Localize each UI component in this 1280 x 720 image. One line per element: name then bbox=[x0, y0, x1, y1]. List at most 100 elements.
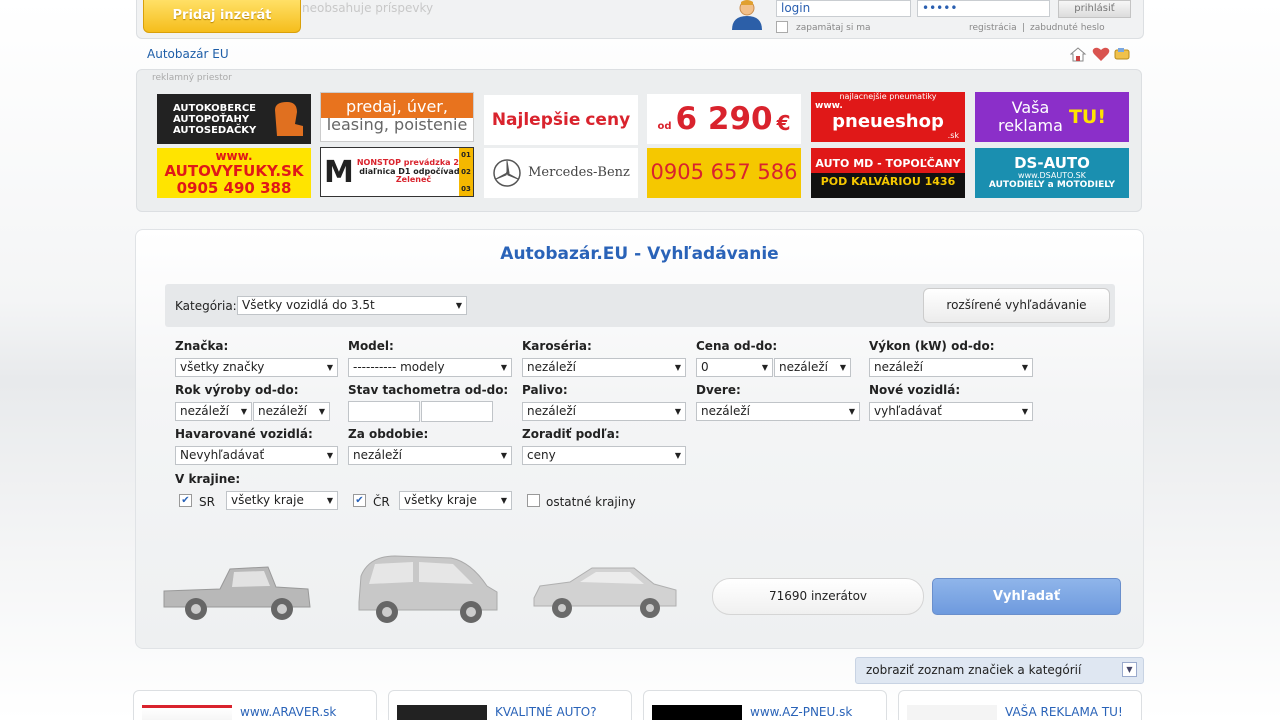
ad-pneueshop[interactable]: najlacnejšie pneumatiky www. pneueshop .… bbox=[811, 92, 965, 142]
ad-autokoberce[interactable]: AUTOKOBERCE AUTOPOŤAHY AUTOSEDAČKY bbox=[157, 94, 311, 144]
search-button[interactable]: Vyhľadať bbox=[932, 578, 1121, 615]
other-countries-checkbox[interactable] bbox=[527, 494, 540, 507]
mileage-to-input[interactable] bbox=[421, 401, 493, 422]
chevron-down-icon: ▼ bbox=[1021, 407, 1028, 416]
select-value: nezáleží bbox=[353, 448, 402, 462]
ad-text: € bbox=[776, 111, 791, 135]
price-label: Cena od-do: bbox=[696, 339, 778, 353]
partner-card[interactable]: KVALITNÉ AUTO? bbox=[388, 690, 632, 720]
partner-card[interactable]: www.AZ-PNEU.sk bbox=[643, 690, 887, 720]
year-to-select[interactable]: nezáleží ▼ bbox=[253, 402, 330, 421]
ad-phone[interactable]: 0905 657 586 bbox=[647, 148, 801, 198]
search-title: Autobazár.EU - Vyhľadávanie bbox=[500, 244, 779, 264]
advanced-search-button[interactable]: rozšírené vyhľadávanie bbox=[923, 288, 1110, 323]
ad-vasa-reklama[interactable]: Vaša reklama TU! bbox=[975, 92, 1129, 142]
year-from-select[interactable]: nezáleží ▼ bbox=[175, 402, 252, 421]
partner-logo bbox=[652, 705, 742, 720]
ad-text: AUTOPOŤAHY bbox=[173, 113, 250, 125]
remember-me-checkbox[interactable] bbox=[776, 21, 788, 33]
ad-mercedes[interactable]: Mercedes-Benz bbox=[484, 148, 638, 198]
breadcrumb-brand[interactable]: Autobazár EU bbox=[147, 47, 229, 61]
sort-label: Zoradiť podľa: bbox=[522, 427, 620, 441]
ad-leasing[interactable]: predaj, úver, leasing, poistenie bbox=[320, 92, 474, 142]
home-icon[interactable] bbox=[1069, 47, 1087, 62]
partner-link[interactable]: www.ARAVER.sk bbox=[240, 705, 336, 719]
ad-text: M bbox=[324, 154, 354, 190]
price-to-select[interactable]: nezáleží ▼ bbox=[774, 358, 851, 377]
select-value: všetky kraje bbox=[404, 493, 477, 507]
forgot-password-link[interactable]: zabudnuté heslo bbox=[1030, 23, 1105, 33]
brand-select[interactable]: všetky značky ▼ bbox=[175, 358, 338, 377]
select-value: nezáleží bbox=[258, 404, 307, 418]
ad-text: od bbox=[657, 120, 672, 132]
model-select[interactable]: ---------- modely ▼ bbox=[348, 358, 512, 377]
ad-text: AUTOKOBERCE bbox=[173, 102, 256, 114]
brands-list-toggle[interactable]: zobraziť zoznam značiek a kategórií ▼ bbox=[855, 657, 1144, 684]
login-input[interactable]: login bbox=[776, 0, 911, 17]
region-label: V krajine: bbox=[175, 472, 241, 486]
sort-select[interactable]: ceny ▼ bbox=[522, 446, 686, 465]
partner-card[interactable]: VAŠA REKLAMA TU! bbox=[898, 690, 1142, 720]
register-link[interactable]: registrácia bbox=[969, 23, 1017, 33]
chevron-down-icon: ▼ bbox=[500, 496, 507, 505]
fuel-label: Palivo: bbox=[522, 383, 568, 397]
cr-label: ČR bbox=[373, 495, 390, 509]
ad-autovyfuky[interactable]: www. AUTOVYFUKY.SK 0905 490 388 bbox=[157, 148, 311, 198]
favorites-heart-icon[interactable] bbox=[1092, 47, 1110, 61]
chevron-down-icon: ▼ bbox=[326, 496, 333, 505]
year-label: Rok výroby od-do: bbox=[175, 383, 299, 397]
ad-text: TU! bbox=[1068, 105, 1107, 128]
partner-link[interactable]: VAŠA REKLAMA TU! bbox=[1005, 705, 1123, 719]
select-value: všetky kraje bbox=[231, 493, 304, 507]
category-select[interactable]: Všetky vozidlá do 3.5t ▼ bbox=[237, 296, 467, 315]
sr-region-select[interactable]: všetky kraje ▼ bbox=[226, 491, 338, 510]
chevron-down-icon: ▼ bbox=[674, 363, 681, 372]
chevron-down-icon: ▼ bbox=[455, 301, 462, 310]
partner-link[interactable]: www.AZ-PNEU.sk bbox=[750, 705, 852, 719]
add-listing-button[interactable]: Pridaj inzerát bbox=[143, 0, 301, 33]
cr-region-select[interactable]: všetky kraje ▼ bbox=[399, 491, 512, 510]
ad-text: Mercedes-Benz bbox=[528, 164, 630, 180]
partner-logo bbox=[907, 705, 997, 720]
ad-text: Najlepšie bbox=[491, 109, 581, 130]
login-button[interactable]: prihlásiť bbox=[1058, 0, 1131, 18]
ad-ds-auto[interactable]: DS-AUTO www.DSAUTO.SK AUTODIELY a MOTODI… bbox=[975, 148, 1129, 198]
price-from-select[interactable]: 0 ▼ bbox=[696, 358, 773, 377]
link-separator: | bbox=[1022, 23, 1026, 33]
chevron-down-icon[interactable]: ▼ bbox=[1122, 662, 1137, 677]
period-select[interactable]: nezáleží ▼ bbox=[348, 446, 512, 465]
category-label: Kategória: bbox=[175, 299, 237, 313]
compare-icon[interactable] bbox=[1114, 48, 1130, 60]
ad-text: 03 bbox=[461, 184, 471, 193]
select-value: nezáleží bbox=[701, 404, 750, 418]
chevron-down-icon: ▼ bbox=[839, 363, 846, 372]
chevron-down-icon: ▼ bbox=[674, 407, 681, 416]
fuel-select[interactable]: nezáleží ▼ bbox=[522, 402, 686, 421]
crashed-select[interactable]: Nevyhľadávať ▼ bbox=[175, 446, 338, 465]
ad-space-label: reklamný priestor bbox=[152, 73, 232, 83]
ad-price[interactable]: od 6 290 € bbox=[647, 94, 801, 144]
doors-select[interactable]: nezáleží ▼ bbox=[696, 402, 860, 421]
body-select[interactable]: nezáleží ▼ bbox=[522, 358, 686, 377]
ad-nonstop[interactable]: M NONSTOP prevádzka 24h diaľnica D1 odpo… bbox=[320, 147, 474, 197]
new-vehicles-select[interactable]: vyhľadávať ▼ bbox=[869, 402, 1033, 421]
sr-checkbox[interactable]: ✔ bbox=[179, 494, 192, 507]
remember-me-label: zapamätaj si ma bbox=[796, 23, 871, 33]
user-avatar-icon bbox=[732, 0, 762, 30]
chevron-down-icon: ▼ bbox=[674, 451, 681, 460]
mileage-from-input[interactable] bbox=[348, 401, 420, 422]
chevron-down-icon: ▼ bbox=[500, 363, 507, 372]
password-input[interactable]: ••••• bbox=[917, 0, 1050, 17]
ad-auto-md[interactable]: AUTO MD - TOPOĽČANY POD KALVÁRIOU 1436 bbox=[811, 148, 965, 198]
cr-checkbox[interactable]: ✔ bbox=[353, 494, 366, 507]
ad-najlepsie-ceny[interactable]: Najlepšie ceny bbox=[484, 95, 638, 145]
body-label: Karoséria: bbox=[522, 339, 592, 353]
power-select[interactable]: nezáleží ▼ bbox=[869, 358, 1033, 377]
select-value: Všetky vozidlá do 3.5t bbox=[242, 298, 375, 312]
mercedes-star-icon bbox=[493, 159, 521, 187]
ad-text: AUTOVYFUKY.SK bbox=[164, 162, 304, 181]
partner-card[interactable]: www.ARAVER.sk bbox=[133, 690, 377, 720]
partner-link[interactable]: KVALITNÉ AUTO? bbox=[495, 705, 597, 719]
listing-count: 71690 inzerátov bbox=[712, 578, 924, 615]
mileage-label: Stav tachometra od-do: bbox=[348, 383, 509, 397]
